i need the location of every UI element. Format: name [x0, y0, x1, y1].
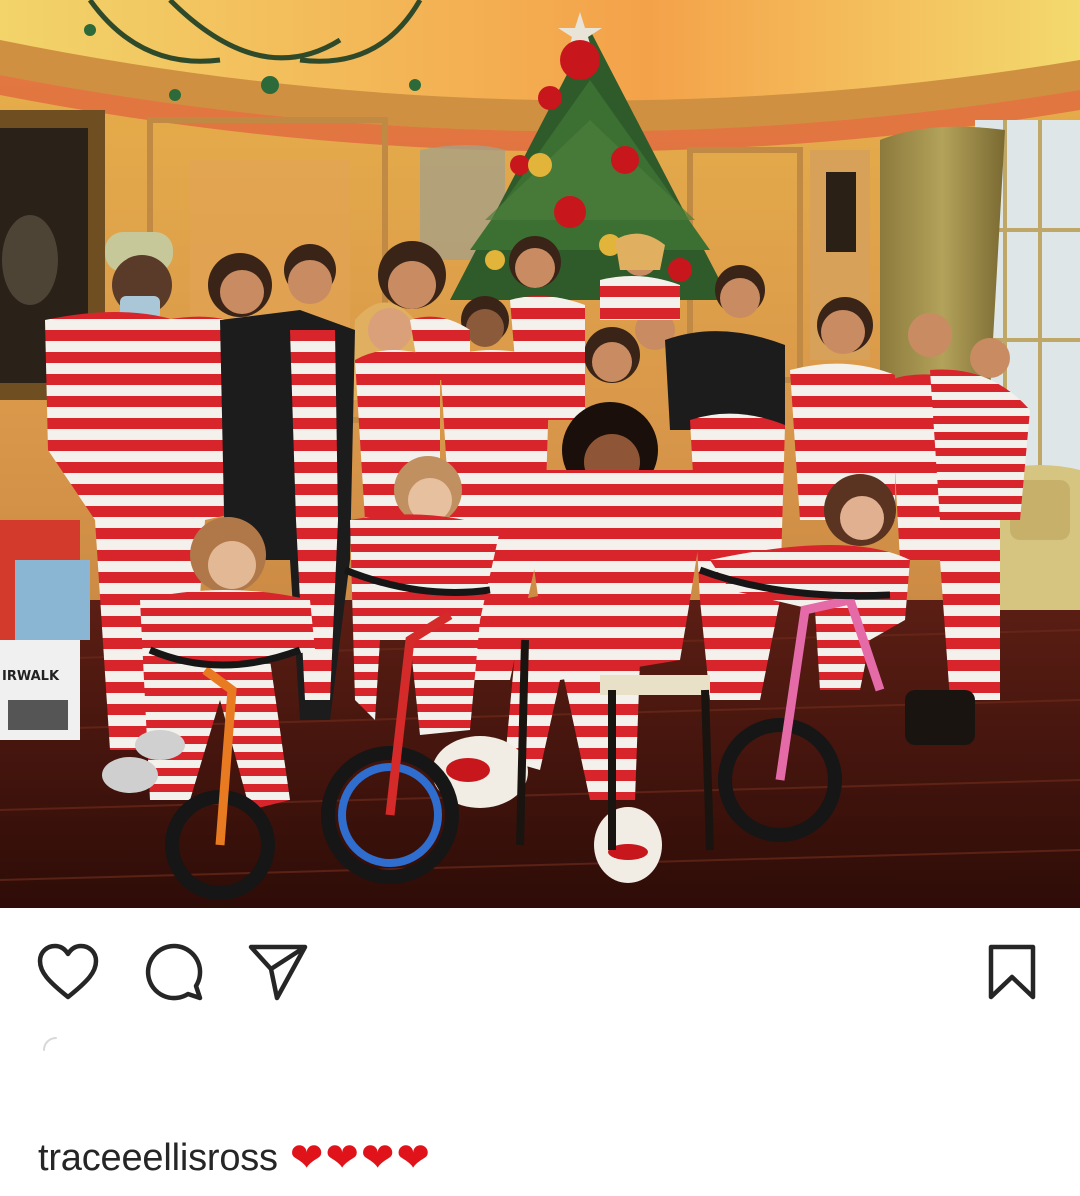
svg-text:IRWALK: IRWALK [2, 669, 60, 684]
post-caption: traceeellisross ❤❤❤❤ [38, 1130, 432, 1186]
save-button[interactable] [976, 936, 1048, 1008]
caption-username[interactable]: traceeellisross [38, 1137, 278, 1180]
loading-spinner-icon [43, 1037, 57, 1051]
caption-text: ❤❤❤❤ [289, 1135, 432, 1181]
post-image: IRWALK [0, 0, 1080, 908]
post-photo[interactable]: IRWALK [0, 0, 1080, 908]
post-action-bar [0, 908, 1080, 1028]
heart-outline-icon [37, 943, 99, 1000]
comment-button[interactable] [138, 936, 210, 1008]
like-button[interactable] [32, 936, 104, 1008]
speech-bubble-icon [145, 943, 203, 1001]
paper-plane-icon [248, 944, 308, 1001]
bookmark-outline-icon [988, 944, 1036, 1000]
share-button[interactable] [242, 936, 314, 1008]
